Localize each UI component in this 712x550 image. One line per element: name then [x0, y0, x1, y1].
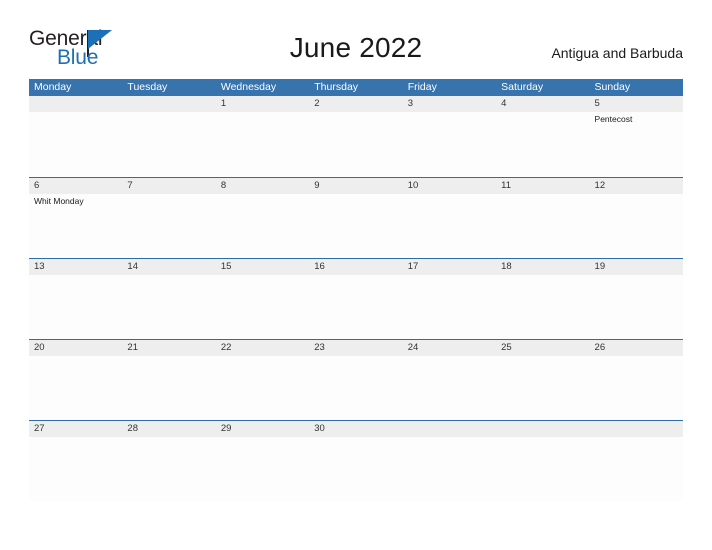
- day-number[interactable]: 29: [216, 421, 309, 437]
- day-events[interactable]: [590, 356, 683, 420]
- week-row: 13 14 15 16 17 18 19: [29, 258, 683, 339]
- day-number[interactable]: 21: [122, 340, 215, 356]
- day-events[interactable]: [216, 356, 309, 420]
- day-events[interactable]: [496, 112, 589, 176]
- day-events[interactable]: [216, 194, 309, 258]
- day-events[interactable]: [496, 437, 589, 501]
- week-daynumber-band: 27 28 29 30: [29, 420, 683, 437]
- region-label: Antigua and Barbuda: [551, 45, 683, 61]
- day-events[interactable]: [309, 437, 402, 501]
- day-events[interactable]: [216, 437, 309, 501]
- day-events[interactable]: [496, 356, 589, 420]
- day-number[interactable]: 27: [29, 421, 122, 437]
- day-events[interactable]: [590, 194, 683, 258]
- day-events[interactable]: [496, 275, 589, 339]
- day-number[interactable]: 24: [403, 340, 496, 356]
- day-number[interactable]: 3: [403, 96, 496, 112]
- day-events[interactable]: [496, 194, 589, 258]
- day-number[interactable]: [29, 96, 122, 112]
- calendar-grid: Monday Tuesday Wednesday Thursday Friday…: [29, 79, 683, 501]
- day-events[interactable]: [403, 356, 496, 420]
- week-row: 6 7 8 9 10 11 12 Whit Monday: [29, 177, 683, 258]
- day-number[interactable]: 6: [29, 178, 122, 194]
- page-header: General Blue June 2022 Antigua and Barbu…: [0, 0, 712, 78]
- day-events[interactable]: [309, 112, 402, 176]
- weekday-header-tuesday: Tuesday: [127, 81, 168, 93]
- week-daynumber-band: 6 7 8 9 10 11 12: [29, 177, 683, 194]
- day-number[interactable]: [122, 96, 215, 112]
- day-events[interactable]: Pentecost: [590, 112, 683, 176]
- day-events[interactable]: [122, 437, 215, 501]
- day-events[interactable]: [403, 194, 496, 258]
- day-number[interactable]: 10: [403, 178, 496, 194]
- day-number[interactable]: 15: [216, 259, 309, 275]
- week-event-band: [29, 437, 683, 501]
- day-number[interactable]: 1: [216, 96, 309, 112]
- weekday-header-sunday: Sunday: [594, 81, 631, 93]
- day-number[interactable]: 13: [29, 259, 122, 275]
- day-number[interactable]: 19: [590, 259, 683, 275]
- day-events[interactable]: [122, 275, 215, 339]
- day-number[interactable]: 8: [216, 178, 309, 194]
- day-number[interactable]: 16: [309, 259, 402, 275]
- week-event-band: [29, 356, 683, 420]
- week-daynumber-band: 20 21 22 23 24 25 26: [29, 339, 683, 356]
- day-number[interactable]: 18: [496, 259, 589, 275]
- day-number[interactable]: 26: [590, 340, 683, 356]
- day-number[interactable]: 25: [496, 340, 589, 356]
- day-events[interactable]: [122, 112, 215, 176]
- day-number[interactable]: 22: [216, 340, 309, 356]
- day-events[interactable]: [590, 275, 683, 339]
- day-events[interactable]: [590, 437, 683, 501]
- weekday-header-wednesday: Wednesday: [220, 81, 277, 93]
- day-events[interactable]: [29, 437, 122, 501]
- week-daynumber-band: 13 14 15 16 17 18 19: [29, 258, 683, 275]
- day-events[interactable]: [122, 356, 215, 420]
- week-event-band: Pentecost: [29, 112, 683, 176]
- day-event-label: Pentecost: [594, 114, 633, 124]
- weekday-header-friday: Friday: [407, 81, 437, 93]
- week-daynumber-band: 1 2 3 4 5: [29, 96, 683, 112]
- day-event-label: Whit Monday: [34, 196, 84, 206]
- day-events[interactable]: [29, 112, 122, 176]
- day-number[interactable]: 28: [122, 421, 215, 437]
- day-number[interactable]: 9: [309, 178, 402, 194]
- week-row: 27 28 29 30: [29, 420, 683, 501]
- day-number[interactable]: [403, 421, 496, 437]
- day-events[interactable]: [216, 275, 309, 339]
- day-number[interactable]: 7: [122, 178, 215, 194]
- day-events[interactable]: [309, 194, 402, 258]
- day-number[interactable]: 30: [309, 421, 402, 437]
- day-events[interactable]: [122, 194, 215, 258]
- day-events[interactable]: [403, 275, 496, 339]
- day-events[interactable]: [29, 356, 122, 420]
- weekday-header-row: Monday Tuesday Wednesday Thursday Friday…: [29, 79, 683, 96]
- day-number[interactable]: 14: [122, 259, 215, 275]
- day-events[interactable]: [403, 437, 496, 501]
- weekday-header-monday: Monday: [34, 81, 72, 93]
- day-events[interactable]: [309, 356, 402, 420]
- day-number[interactable]: 12: [590, 178, 683, 194]
- day-number[interactable]: 17: [403, 259, 496, 275]
- day-number[interactable]: 20: [29, 340, 122, 356]
- day-events[interactable]: [403, 112, 496, 176]
- day-events[interactable]: [309, 275, 402, 339]
- weekday-header-thursday: Thursday: [314, 81, 359, 93]
- week-event-band: [29, 275, 683, 339]
- day-number[interactable]: 11: [496, 178, 589, 194]
- day-number[interactable]: 23: [309, 340, 402, 356]
- day-number[interactable]: 5: [590, 96, 683, 112]
- day-events[interactable]: [216, 112, 309, 176]
- week-row: 20 21 22 23 24 25 26: [29, 339, 683, 420]
- day-events[interactable]: [29, 275, 122, 339]
- day-number[interactable]: [590, 421, 683, 437]
- day-number[interactable]: 4: [496, 96, 589, 112]
- week-row: 1 2 3 4 5 Pentecost: [29, 96, 683, 177]
- day-events[interactable]: Whit Monday: [29, 194, 122, 258]
- weekday-header-saturday: Saturday: [501, 81, 544, 93]
- day-number[interactable]: 2: [309, 96, 402, 112]
- week-event-band: Whit Monday: [29, 194, 683, 258]
- day-number[interactable]: [496, 421, 589, 437]
